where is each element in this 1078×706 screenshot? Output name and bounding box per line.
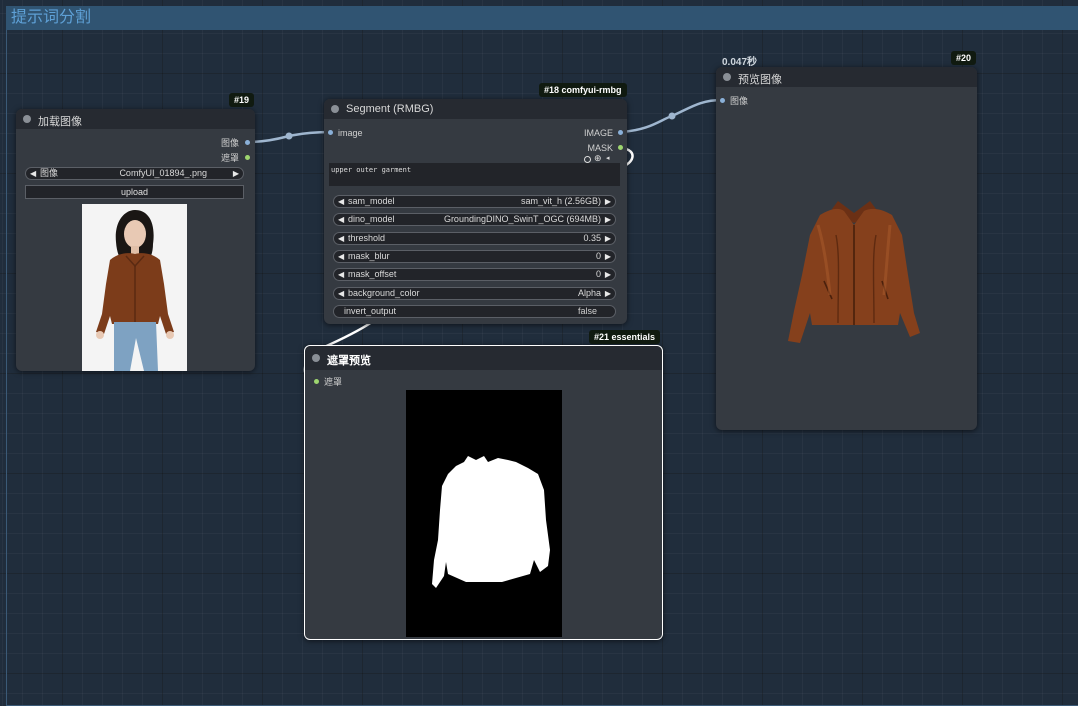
preview-image: [778, 195, 932, 365]
image-combo[interactable]: ◀ 图像 ComfyUI_01894_.png ▶: [25, 167, 244, 180]
number-label: mask_blur: [348, 251, 390, 261]
node-title: 预览图像: [738, 74, 782, 86]
node-title-bar[interactable]: 加载图像: [16, 109, 255, 129]
output-image-label: 图像: [220, 138, 239, 148]
speaker-icon: ◂: [606, 155, 610, 162]
upload-button[interactable]: upload: [25, 185, 244, 199]
arrow-right-icon[interactable]: ▶: [605, 233, 611, 244]
mask-offset-number[interactable]: ◀ mask_offset 0 ▶: [333, 268, 616, 281]
background-color-combo[interactable]: ◀ background_color Alpha ▶: [333, 287, 616, 300]
input-image-port[interactable]: [720, 98, 725, 103]
output-mask-port[interactable]: [618, 145, 623, 150]
group-title[interactable]: 提示词分割: [11, 8, 91, 28]
combo-value: Alpha: [577, 288, 601, 298]
prompt-textarea[interactable]: upper outer garment: [329, 163, 620, 186]
output-mask-label: 遮罩: [220, 153, 239, 163]
combo-label: background_color: [348, 288, 420, 298]
number-label: mask_offset: [348, 269, 397, 279]
output-image-label: IMAGE: [583, 128, 613, 138]
arrow-left-icon[interactable]: ◀: [338, 196, 344, 207]
arrow-left-icon[interactable]: ◀: [338, 214, 344, 225]
toggle-value: false: [577, 306, 597, 316]
node-id-badge: #18 comfyui-rmbg: [539, 83, 627, 97]
combo-value: ComfyUI_01894_.png: [119, 168, 207, 178]
sam-model-combo[interactable]: ◀ sam_model sam_vit_h (2.56GB) ▶: [333, 195, 616, 208]
arrow-left-icon[interactable]: ◀: [30, 168, 36, 179]
collapse-dot[interactable]: [331, 105, 339, 113]
preview-image-node[interactable]: 预览图像 图像: [716, 67, 977, 430]
combo-value: GroundingDINO_SwinT_OGC (694MB): [443, 214, 601, 224]
mask-preview-node[interactable]: 遮罩预览 遮罩: [304, 345, 663, 640]
arrow-left-icon[interactable]: ◀: [338, 251, 344, 262]
mask-image: [406, 390, 562, 637]
combo-value: sam_vit_h (2.56GB): [520, 196, 601, 206]
threshold-number[interactable]: ◀ threshold 0.35 ▶: [333, 232, 616, 245]
dino-model-combo[interactable]: ◀ dino_model GroundingDINO_SwinT_OGC (69…: [333, 213, 616, 226]
node-title-bar[interactable]: 遮罩预览: [305, 346, 662, 370]
input-image-port[interactable]: [328, 130, 333, 135]
arrow-right-icon[interactable]: ▶: [605, 251, 611, 262]
invert-output-toggle[interactable]: invert_output false: [333, 305, 616, 318]
collapse-dot[interactable]: [23, 115, 31, 123]
number-label: threshold: [348, 233, 386, 243]
number-value: 0: [595, 251, 601, 261]
toggle-label: invert_output: [344, 306, 397, 316]
arrow-right-icon[interactable]: ▶: [605, 288, 611, 299]
node-title-bar[interactable]: Segment (RMBG): [324, 99, 627, 119]
node-id-badge: #20: [951, 51, 977, 65]
arrow-left-icon[interactable]: ◀: [338, 269, 344, 280]
arrow-right-icon[interactable]: ▶: [605, 269, 611, 280]
combo-label: 图像: [40, 168, 59, 178]
collapse-dot[interactable]: [723, 73, 731, 81]
node-id-badge: #21 essentials: [589, 330, 661, 344]
number-value: 0.35: [583, 233, 601, 243]
group-header[interactable]: [6, 6, 1078, 30]
arrow-left-icon[interactable]: ◀: [338, 288, 344, 299]
execution-time: 0.047秒: [722, 57, 758, 68]
arrow-right-icon[interactable]: ▶: [605, 214, 611, 225]
status-circle-icon: [584, 156, 591, 163]
arrow-right-icon[interactable]: ▶: [605, 196, 611, 207]
arrow-right-icon[interactable]: ▶: [233, 168, 239, 179]
input-image-label: image: [338, 128, 363, 138]
load-image-node[interactable]: 加载图像 图像 遮罩 ◀ 图像 ComfyUI_01894_.png ▶ upl…: [16, 109, 255, 371]
node-title: Segment (RMBG): [346, 103, 434, 115]
node-title-bar[interactable]: 预览图像: [716, 67, 977, 87]
node-title: 加载图像: [38, 116, 82, 128]
combo-label: dino_model: [348, 214, 395, 224]
input-image-label: 图像: [730, 96, 749, 106]
arrow-left-icon[interactable]: ◀: [338, 233, 344, 244]
node-title: 遮罩预览: [327, 355, 371, 367]
number-value: 0: [595, 269, 601, 279]
output-image-port[interactable]: [245, 140, 250, 145]
node-id-badge: #19: [229, 93, 255, 107]
output-mask-port[interactable]: [245, 155, 250, 160]
collapse-dot[interactable]: [312, 354, 320, 362]
mask-blur-number[interactable]: ◀ mask_blur 0 ▶: [333, 250, 616, 263]
input-mask-label: 遮罩: [324, 377, 343, 387]
input-mask-port[interactable]: [314, 379, 319, 384]
combo-label: sam_model: [348, 196, 395, 206]
output-image-port[interactable]: [618, 130, 623, 135]
segment-rmbg-node[interactable]: Segment (RMBG) image IMAGE MASK ⊕ ◂ uppe…: [324, 99, 627, 324]
loaded-image-preview: [82, 204, 187, 371]
